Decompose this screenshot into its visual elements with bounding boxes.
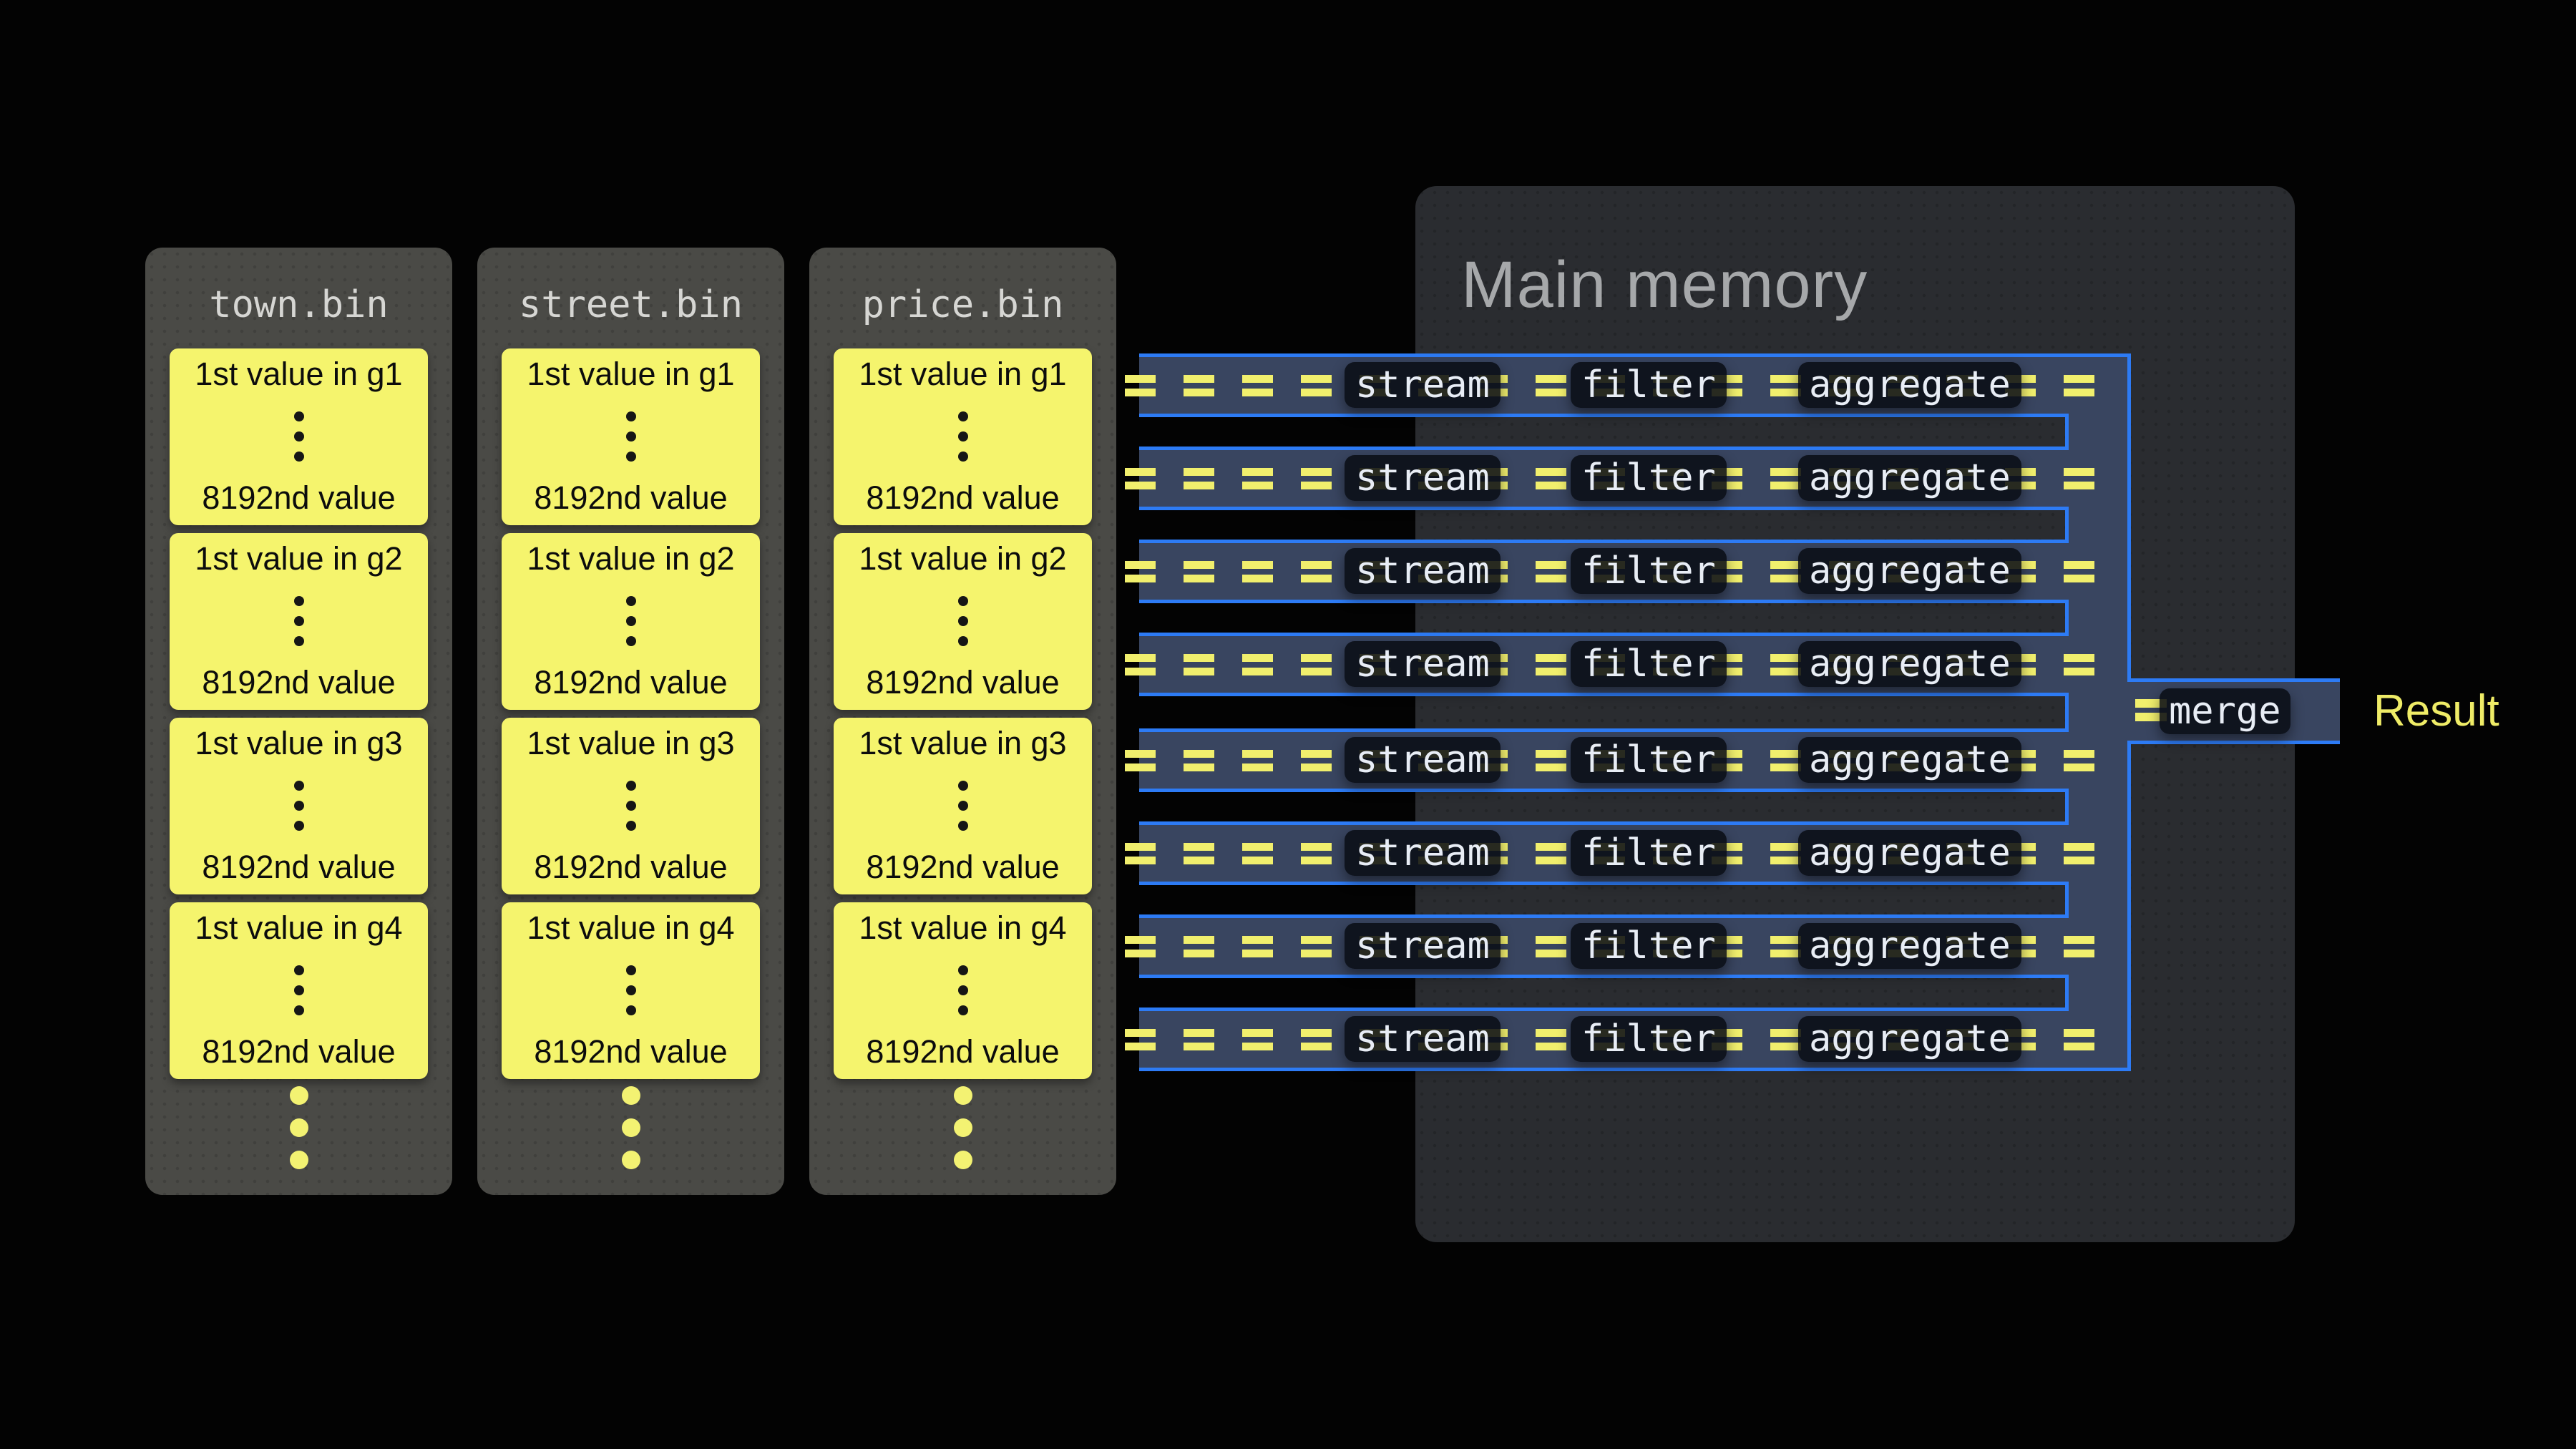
aggregate-chip: aggregate [1798, 737, 2021, 783]
lane-gap-cap [2065, 414, 2069, 450]
pipeline-lane: stream filter aggregate [1139, 447, 2065, 510]
filter-chip: filter [1571, 830, 1727, 876]
stream-chip: stream [1345, 455, 1501, 501]
spine-border-upper [2127, 353, 2131, 682]
pipeline-lane: stream filter aggregate [1139, 353, 2065, 417]
merge-band: merge [2131, 678, 2340, 744]
stream-chip: stream [1345, 737, 1501, 783]
filter-chip: filter [1571, 1016, 1727, 1062]
spine-border-lower [2127, 741, 2131, 1071]
stream-chip: stream [1345, 830, 1501, 876]
aggregate-chip: aggregate [1798, 1016, 2021, 1062]
aggregate-chip: aggregate [1798, 830, 2021, 876]
stream-chip: stream [1345, 641, 1501, 687]
aggregate-chip: aggregate [1798, 455, 2021, 501]
pipeline-lane: stream filter aggregate [1139, 540, 2065, 603]
pipeline-diagram: stream filter aggregate stream filter aggrega… [0, 0, 2576, 1449]
filter-chip: filter [1571, 923, 1727, 969]
pipeline-lane: stream filter aggregate [1139, 728, 2065, 792]
stream-chip: stream [1345, 362, 1501, 408]
lane-gap-cap [2065, 600, 2069, 636]
result-label: Result [2373, 681, 2499, 741]
filter-chip: filter [1571, 455, 1727, 501]
aggregate-chip: aggregate [1798, 641, 2021, 687]
merge-chip: merge [2160, 688, 2290, 734]
pipeline-lane: stream filter aggregate [1139, 914, 2065, 978]
stream-chip: stream [1345, 548, 1501, 594]
pipeline-lane: stream filter aggregate [1139, 633, 2065, 696]
aggregate-chip: aggregate [1798, 548, 2021, 594]
merge-spine [2065, 353, 2131, 1071]
filter-chip: filter [1571, 362, 1727, 408]
pipeline-lane: stream filter aggregate [1139, 821, 2065, 885]
lane-gap-cap [2065, 882, 2069, 918]
stage: Main memory town.bin1st value in g18192n… [0, 0, 2576, 1449]
filter-chip: filter [1571, 548, 1727, 594]
stream-chip: stream [1345, 1016, 1501, 1062]
lane-gap-cap [2065, 975, 2069, 1011]
aggregate-chip: aggregate [1798, 362, 2021, 408]
lane-gap-cap [2065, 693, 2069, 732]
stream-chip: stream [1345, 923, 1501, 969]
pipeline-lane: stream filter aggregate [1139, 1008, 2065, 1071]
aggregate-chip: aggregate [1798, 923, 2021, 969]
filter-chip: filter [1571, 641, 1727, 687]
filter-chip: filter [1571, 737, 1727, 783]
lane-gap-cap [2065, 789, 2069, 825]
lane-gap-cap [2065, 507, 2069, 543]
